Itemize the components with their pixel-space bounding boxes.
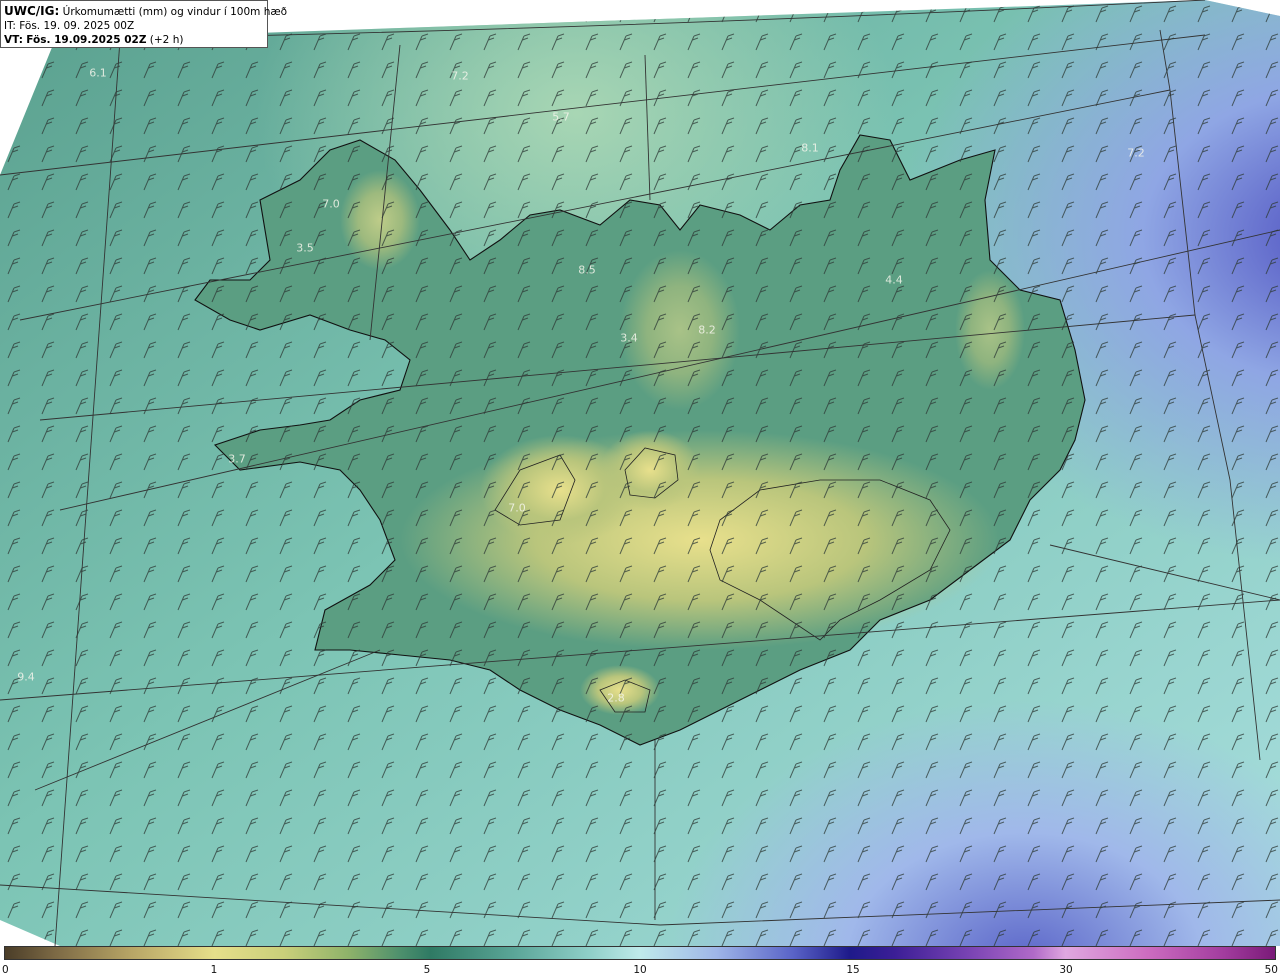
- colorbar-tick: 0: [2, 964, 9, 976]
- point-value: 6.1: [89, 66, 107, 80]
- valid-time-label: VT:: [4, 34, 23, 46]
- field-title: Úrkomumætti (mm) og vindur í 100m hæð: [62, 6, 288, 18]
- point-value: 5.7: [552, 110, 570, 124]
- point-value: 7.0: [322, 197, 340, 211]
- colorbar-tick: 30: [1059, 964, 1073, 976]
- init-time: IT: Fös. 19. 09. 2025 00Z: [4, 20, 135, 32]
- colorbar-tick: 1: [210, 964, 218, 976]
- colorbar: [4, 946, 1276, 960]
- point-value: 8.5: [578, 263, 596, 277]
- valid-time: VT: Fös. 19.09.2025 02Z (+2 h): [4, 33, 264, 47]
- colorbar-legend: 0 1 5 10 15 30 50: [0, 946, 1280, 978]
- point-value: 9.4: [17, 670, 35, 684]
- point-value: 2.8: [607, 691, 625, 705]
- point-value: 8.2: [698, 323, 716, 337]
- map-title: UWC/IG: Úrkomumætti (mm) og vindur í 100…: [4, 4, 287, 19]
- colorbar-tick: 10: [633, 964, 647, 976]
- point-value: 4.4: [885, 273, 903, 287]
- wind-barbs: [0, 0, 1280, 946]
- map-area[interactable]: 6.1 7.2 5.7 8.1 7.2 7.0 3.5 8.5 4.4 3.4 …: [0, 0, 1280, 946]
- point-value: 3.7: [228, 452, 246, 466]
- point-value: 3.5: [296, 241, 314, 255]
- valid-time-value: Fös. 19.09.2025 02Z: [26, 34, 147, 46]
- map-info-box: UWC/IG: Úrkomumætti (mm) og vindur í 100…: [0, 0, 287, 48]
- point-value: 7.0: [508, 501, 526, 515]
- point-value: 3.4: [620, 331, 638, 345]
- point-value: 7.2: [451, 69, 469, 83]
- point-value: 7.2: [1127, 146, 1145, 160]
- colorbar-tick: 50: [1264, 964, 1278, 976]
- forecast-offset: (+2 h): [149, 34, 184, 46]
- colorbar-tick: 5: [423, 964, 431, 976]
- precipitable-water-map: [0, 0, 1280, 946]
- model-name: UWC/IG:: [4, 4, 60, 18]
- colorbar-tick: 15: [846, 964, 860, 976]
- point-value: 8.1: [801, 141, 819, 155]
